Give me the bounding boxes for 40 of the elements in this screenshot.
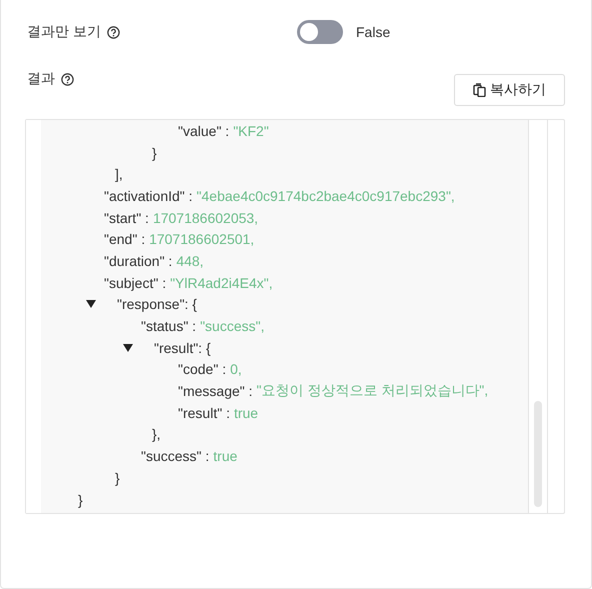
json-bracket: } (78, 492, 83, 508)
json-key: "value" : (178, 122, 230, 139)
json-value: "success", (200, 318, 264, 334)
json-key: "duration" : (104, 252, 172, 269)
json-key: "subject" : (104, 274, 166, 291)
toggle-switch[interactable] (297, 20, 343, 44)
json-bracket: } (115, 470, 120, 486)
copy-icon (473, 83, 486, 97)
json-value: 448, (176, 252, 204, 269)
json-value: "YlR4ad2i4E4x", (170, 274, 273, 291)
json-bracket: ], (115, 166, 123, 182)
json-key: "activationId" : (104, 188, 193, 204)
json-key: "success" : (141, 448, 210, 464)
scrollbar-thumb[interactable] (534, 401, 542, 507)
json-value: 1707186602053, (152, 210, 258, 226)
help-icon (61, 72, 74, 86)
copy-button[interactable]: 복사하기 (454, 74, 565, 106)
json-key: "message" : (178, 383, 253, 400)
json-key: "result" : (178, 404, 230, 421)
json-value: 1707186602501, (149, 231, 254, 248)
collapse-icon[interactable] (123, 344, 133, 352)
toggle-value: False (356, 24, 390, 40)
help-icon (106, 26, 120, 38)
collapse-icon[interactable] (86, 300, 96, 308)
json-key: "code" : (178, 361, 226, 378)
json-key: "result": { (154, 340, 211, 356)
json-key: "start" : (104, 210, 149, 226)
json-value: true (234, 404, 258, 421)
json-value: "4ebae4c0c9174bc2bae4c0c917ebc293", (196, 188, 455, 204)
setting-label: 결과만 보기 (27, 23, 101, 41)
json-key: "status" : (141, 318, 196, 334)
json-value: 0, (230, 361, 242, 378)
section-label: 결과 (27, 70, 55, 88)
json-key: "end" : (104, 231, 146, 248)
json-bracket: } (152, 144, 157, 161)
json-bracket: }, (152, 426, 161, 442)
json-key: "response": { (117, 296, 197, 312)
json-value: "요청이 정상적으로 처리되었습니다", (256, 382, 488, 400)
json-value: true (213, 448, 238, 464)
json-value: "KF2" (233, 122, 269, 139)
